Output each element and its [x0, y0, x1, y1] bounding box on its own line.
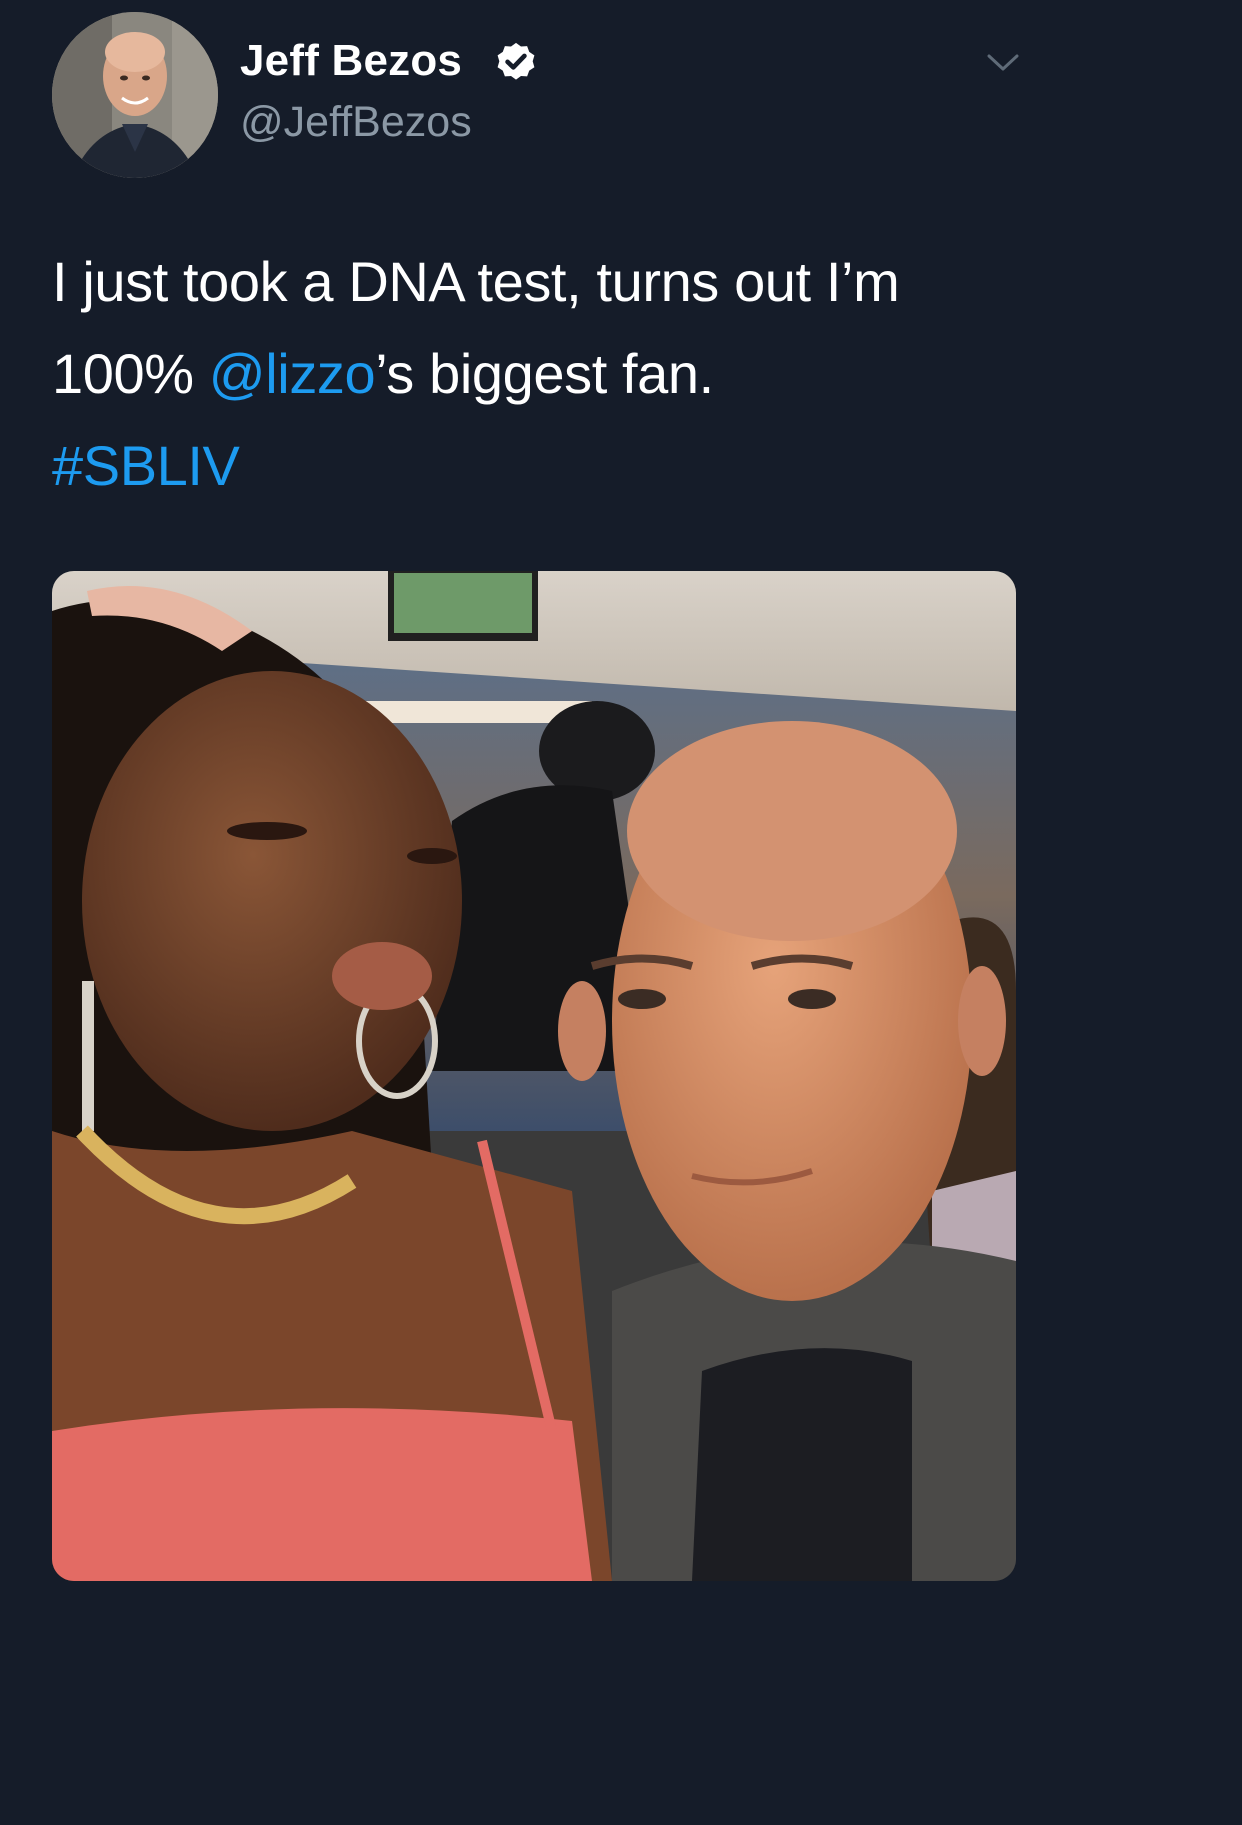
mention-link[interactable]: @lizzo	[209, 342, 376, 405]
tweet-text-prefix: 100%	[52, 342, 209, 405]
chevron-down-icon[interactable]	[986, 52, 1020, 74]
avatar[interactable]	[52, 12, 218, 178]
tweet-text: I just took a DNA test, turns out I’m 10…	[52, 236, 1042, 512]
user-handle[interactable]: @JeffBezos	[240, 96, 472, 148]
selfie-photo-icon	[52, 571, 1016, 1581]
tweet-text-line-2: 100% @lizzo’s biggest fan.	[52, 328, 1042, 420]
tweet-photo[interactable]	[52, 571, 1016, 1581]
tweet-text-line-1: I just took a DNA test, turns out I’m	[52, 250, 900, 313]
tweet[interactable]: Jeff Bezos @JeffBezos I just took a DNA …	[0, 0, 1067, 1581]
verified-badge-icon	[497, 42, 535, 80]
avatar-photo-icon	[52, 12, 218, 178]
tweet-text-suffix: ’s biggest fan.	[375, 342, 714, 405]
display-name[interactable]: Jeff Bezos	[240, 34, 462, 88]
hashtag-link[interactable]: #SBLIV	[52, 420, 1042, 512]
